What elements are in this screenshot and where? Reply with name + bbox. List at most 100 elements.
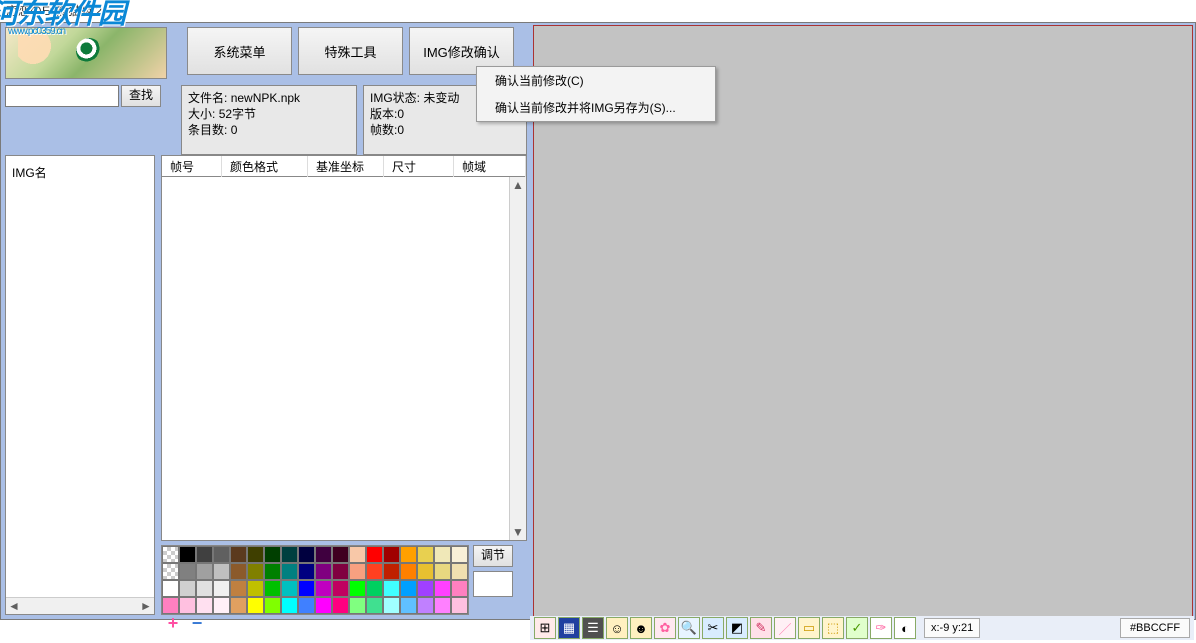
tool-grid-icon[interactable]: ⊞ xyxy=(534,617,556,639)
tool-pencil-icon[interactable]: ✎ xyxy=(750,617,772,639)
tool-crop-icon[interactable]: ◩ xyxy=(726,617,748,639)
palette-swatch[interactable] xyxy=(179,597,196,614)
palette-swatch[interactable] xyxy=(162,597,179,614)
tool-line-icon[interactable]: ／ xyxy=(774,617,796,639)
palette-swatch[interactable] xyxy=(315,597,332,614)
palette-swatch[interactable] xyxy=(298,580,315,597)
palette-swatch[interactable] xyxy=(264,597,281,614)
palette-swatch[interactable] xyxy=(298,546,315,563)
palette-swatch[interactable] xyxy=(417,580,434,597)
palette-swatch[interactable] xyxy=(230,563,247,580)
tool-select-icon[interactable]: ⬚ xyxy=(822,617,844,639)
palette-swatch[interactable] xyxy=(451,563,468,580)
palette-swatch[interactable] xyxy=(179,546,196,563)
palette-swatch[interactable] xyxy=(281,546,298,563)
palette-swatch[interactable] xyxy=(315,580,332,597)
palette-swatch[interactable] xyxy=(417,597,434,614)
palette-swatch[interactable] xyxy=(162,546,179,563)
col-size[interactable]: 尺寸 xyxy=(384,156,454,177)
palette-swatch[interactable] xyxy=(213,597,230,614)
palette-swatch[interactable] xyxy=(162,580,179,597)
palette-swatch[interactable] xyxy=(451,546,468,563)
search-input[interactable] xyxy=(5,85,119,107)
palette-swatch[interactable] xyxy=(213,580,230,597)
palette-swatch[interactable] xyxy=(315,546,332,563)
tool-fill-icon[interactable]: ▦ xyxy=(558,617,580,639)
palette-swatch[interactable] xyxy=(366,580,383,597)
palette-swatch[interactable] xyxy=(400,546,417,563)
col-frame-domain[interactable]: 帧域 xyxy=(454,156,526,177)
palette-swatch[interactable] xyxy=(332,546,349,563)
palette-swatch[interactable] xyxy=(332,563,349,580)
tool-cut-icon[interactable]: ✂ xyxy=(702,617,724,639)
palette-swatch[interactable] xyxy=(383,563,400,580)
palette-swatch[interactable] xyxy=(383,580,400,597)
frame-table-body[interactable]: ▲▼ xyxy=(161,177,527,541)
search-button[interactable]: 查找 xyxy=(121,85,161,107)
palette-swatch[interactable] xyxy=(264,563,281,580)
palette-swatch[interactable] xyxy=(451,597,468,614)
palette-add-button[interactable]: + xyxy=(161,615,185,635)
palette-swatch[interactable] xyxy=(230,597,247,614)
tool-eyedrop-icon[interactable]: ✑ xyxy=(870,617,892,639)
tool-face1-icon[interactable]: ☺ xyxy=(606,617,628,639)
vertical-scrollbar[interactable]: ▲▼ xyxy=(509,177,526,540)
tool-flower-icon[interactable]: ✿ xyxy=(654,617,676,639)
palette-swatch[interactable] xyxy=(383,546,400,563)
palette-swatch[interactable] xyxy=(332,597,349,614)
tool-check-icon[interactable]: ✓ xyxy=(846,617,868,639)
palette-swatch[interactable] xyxy=(332,580,349,597)
tool-zoom-icon[interactable]: 🔍 xyxy=(678,617,700,639)
palette-swatch[interactable] xyxy=(434,580,451,597)
palette-swatch[interactable] xyxy=(349,597,366,614)
system-menu-button[interactable]: 系统菜单 xyxy=(187,27,292,75)
palette-swatch[interactable] xyxy=(383,597,400,614)
palette-swatch[interactable] xyxy=(417,563,434,580)
palette-swatch[interactable] xyxy=(196,580,213,597)
palette-swatch[interactable] xyxy=(434,597,451,614)
palette-swatch[interactable] xyxy=(349,563,366,580)
palette-swatch[interactable] xyxy=(400,597,417,614)
palette-swatch[interactable] xyxy=(230,580,247,597)
palette-swatch[interactable] xyxy=(247,563,264,580)
palette-swatch[interactable] xyxy=(247,546,264,563)
palette-swatch[interactable] xyxy=(213,563,230,580)
adjust-button[interactable]: 调节 xyxy=(473,545,513,567)
palette-swatch[interactable] xyxy=(400,563,417,580)
palette-swatch[interactable] xyxy=(247,580,264,597)
palette-swatch[interactable] xyxy=(417,546,434,563)
current-color-swatch[interactable] xyxy=(473,571,513,597)
palette-swatch[interactable] xyxy=(213,546,230,563)
color-palette[interactable] xyxy=(161,545,469,615)
palette-swatch[interactable] xyxy=(400,580,417,597)
palette-swatch[interactable] xyxy=(196,546,213,563)
palette-swatch[interactable] xyxy=(196,563,213,580)
palette-swatch[interactable] xyxy=(281,580,298,597)
tool-contrast-icon[interactable]: ◐ xyxy=(894,617,916,639)
palette-swatch[interactable] xyxy=(434,563,451,580)
palette-swatch[interactable] xyxy=(434,546,451,563)
palette-swatch[interactable] xyxy=(179,580,196,597)
menu-confirm-saveas[interactable]: 确认当前修改并将IMG另存为(S)... xyxy=(477,94,715,121)
col-color-format[interactable]: 颜色格式 xyxy=(222,156,308,177)
palette-swatch[interactable] xyxy=(366,597,383,614)
horizontal-scrollbar[interactable]: ◄► xyxy=(6,597,154,614)
palette-swatch[interactable] xyxy=(179,563,196,580)
special-tools-button[interactable]: 特殊工具 xyxy=(298,27,403,75)
col-frame-no[interactable]: 帧号 xyxy=(162,156,222,177)
tool-face2-icon[interactable]: ☻ xyxy=(630,617,652,639)
palette-swatch[interactable] xyxy=(247,597,264,614)
palette-swatch[interactable] xyxy=(451,580,468,597)
palette-swatch[interactable] xyxy=(264,580,281,597)
palette-swatch[interactable] xyxy=(298,563,315,580)
palette-swatch[interactable] xyxy=(349,546,366,563)
palette-swatch[interactable] xyxy=(315,563,332,580)
tool-list-icon[interactable]: ☰ xyxy=(582,617,604,639)
palette-swatch[interactable] xyxy=(162,563,179,580)
palette-remove-button[interactable]: − xyxy=(185,615,209,635)
col-base-coord[interactable]: 基准坐标 xyxy=(308,156,384,177)
palette-swatch[interactable] xyxy=(366,563,383,580)
palette-swatch[interactable] xyxy=(298,597,315,614)
palette-swatch[interactable] xyxy=(281,597,298,614)
img-list[interactable]: IMG名 ◄► xyxy=(5,155,155,615)
